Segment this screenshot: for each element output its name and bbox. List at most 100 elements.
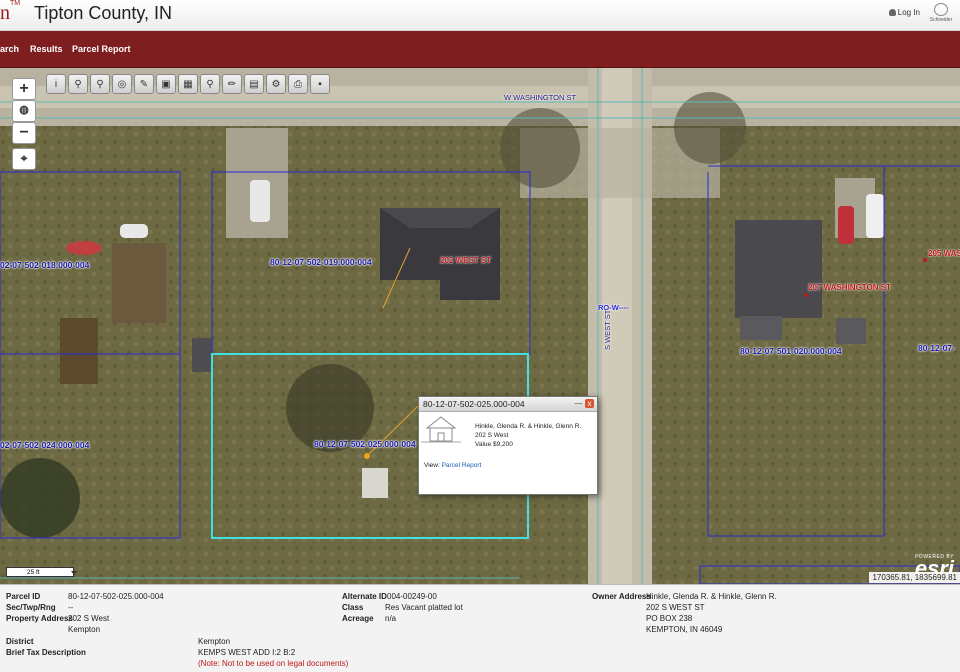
measure-icon: ▦ [183,78,193,90]
search-tool-button[interactable]: ⚲ [200,74,220,94]
parcel-id-label: Parcel ID [6,592,41,601]
parcel-label-019: 80-12-07-502-019.000-004 [270,257,372,267]
scale-bar: 25 ft [6,567,77,577]
nav-search[interactable]: arch [0,44,19,54]
nav-parcel-report[interactable]: Parcel Report [72,44,131,54]
pencil-tool-button[interactable]: ✏ [222,74,242,94]
acreage-label: Acreage [342,614,374,623]
acreage-value: n/a [385,614,397,623]
address-label-205: 205 WAS [928,249,960,258]
layers-tool-button[interactable]: ▤ [244,74,264,94]
layers-icon: ▤ [249,78,259,90]
selected-point [364,453,370,459]
crosshair-icon: ⌖ [20,151,28,165]
zoom-out-button[interactable]: − [12,122,36,144]
aerial-imagery [0,68,960,584]
locate-button[interactable]: ⌖ [12,148,36,170]
popup-body: Hinkle, Glenda R. & Hinkle, Glenn R. 202… [419,412,597,494]
class-label: Class [342,603,364,612]
parcel-info-panel: Parcel ID 80-12-07-502-025.000-004 Sec/T… [0,584,960,672]
property-address-line2: Kempton [68,625,101,634]
info-icon: i [54,78,58,90]
popup-view-row: View: Parcel Report [424,462,481,469]
property-address-line1: 202 S West [68,614,110,623]
page-title: Tipton County, IN [34,3,173,23]
owner-line2: 202 S WEST ST [646,603,705,612]
parcel-label-edge: 80-12-07- [918,343,955,353]
parcel-label-018: 02-07-502-018.000-004 [0,260,90,270]
scale-dropdown-icon[interactable] [71,571,77,575]
zoom-in-button[interactable]: + [12,78,36,100]
alternate-id-value: 004-00249-00 [387,592,437,601]
parcel-label-020: 80-12-07-501-020.000-004 [740,346,842,356]
brief-tax-value: KEMPS WEST ADD I:2 B:2 [198,648,296,657]
owner-line3: PO BOX 238 [646,614,693,623]
property-address-label: Property Address [6,614,73,623]
save-tool-button[interactable]: ▪ [310,74,330,94]
popup-header: 80-12-07-502-025.000-004 — x [419,397,597,412]
logo-tm: TM [10,0,21,7]
popup-address: 202 S West [475,432,509,439]
popup-minimize-button[interactable]: — [574,399,583,408]
street-label-row: RO-W---- [598,303,629,312]
popup-value: Value $9,200 [475,441,513,448]
house-placeholder-icon [419,412,463,444]
street-label-west: S WEST ST [603,309,612,350]
parcel-label-025: 80-12-07-502-025.000-004 [314,439,416,449]
map-toolbar: i ⚲ ⚲ ◎ ✎ ▣ ▦ ⚲ ✏ ▤ ⚙ ⎙ ▪ [46,74,330,96]
select-tool-button[interactable]: ⚲ [90,74,110,94]
scale-label: 25 ft [27,569,40,576]
gear-tool-button[interactable]: ⚙ [266,74,286,94]
map-canvas[interactable]: + ◍ − ⌖ i ⚲ ⚲ ◎ ✎ ▣ ▦ ⚲ ✏ ▤ ⚙ ⎙ ▪ W WASHINGTON ST S … [0,68,960,584]
parcel-id-value: 80-12-07-502-025.000-004 [68,592,164,601]
buffer-tool-button[interactable]: ◎ [112,74,132,94]
print-tool-button[interactable]: ⎙ [288,74,308,94]
login-link[interactable]: Log In [888,8,920,17]
save-icon: ▪ [318,78,322,90]
coordinate-readout: 170365.81, 1835699.81 [869,572,960,583]
logo-fragment: n [0,2,10,24]
gear-icon: ⚙ [271,78,281,90]
globe-button[interactable]: ◍ [12,100,36,122]
popup-view-label: View: [424,462,440,469]
district-value: Kempton [198,637,231,646]
draw-tool-button[interactable]: ✎ [134,74,154,94]
identify-tool-button[interactable]: ⚲ [68,74,88,94]
login-label: Log In [897,8,920,17]
brand-logo: Schneider [928,3,954,25]
brief-tax-label: Brief Tax Description [6,648,86,657]
parcel-label-024: 02-07-502-024.000-004 [0,440,90,450]
select-icon: ⚲ [96,78,104,90]
district-label: District [6,637,34,646]
brand-label: Schneider [929,17,953,23]
popup-owner: Hinkle, Glenda R. & Hinkle, Glenn R. [475,423,582,430]
sec-value: -- [68,603,74,612]
class-value: Res Vacant platted lot [385,603,463,612]
image-tool-button[interactable]: ▣ [156,74,176,94]
identify-icon: ⚲ [74,78,82,90]
street-label-washington: W WASHINGTON ST [504,93,577,102]
popup-close-button[interactable]: x [585,399,594,408]
address-label-202: 202 WEST ST [440,256,492,265]
draw-icon: ✎ [139,78,149,90]
pencil-icon: ✏ [227,78,237,90]
image-icon: ▣ [161,78,171,90]
brand-icon [934,3,948,16]
popup-details: Hinkle, Glenda R. & Hinkle, Glenn R. 202… [475,422,581,449]
app-header: n TM Tipton County, IN Log In Schneider [0,0,960,31]
sec-label: Sec/Twp/Rng [6,603,56,612]
print-icon: ⎙ [294,78,302,90]
buffer-icon: ◎ [117,78,127,90]
owner-address-label: Owner Address [592,592,651,601]
person-icon [888,9,896,16]
popup-title: 80-12-07-502-025.000-004 [423,399,525,409]
parcel-popup: 80-12-07-502-025.000-004 — x Hinkle, Gle… [418,396,598,495]
nav-results[interactable]: Results [30,44,63,54]
owner-line1: Hinkle, Glenda R. & Hinkle, Glenn R. [646,592,777,601]
measure-tool-button[interactable]: ▦ [178,74,198,94]
alternate-id-label: Alternate ID [342,592,387,601]
popup-parcel-report-link[interactable]: Parcel Report [442,462,482,469]
main-nav: arch Results Parcel Report [0,31,960,68]
info-tool-button[interactable]: i [46,74,66,94]
search-icon: ⚲ [206,78,214,90]
